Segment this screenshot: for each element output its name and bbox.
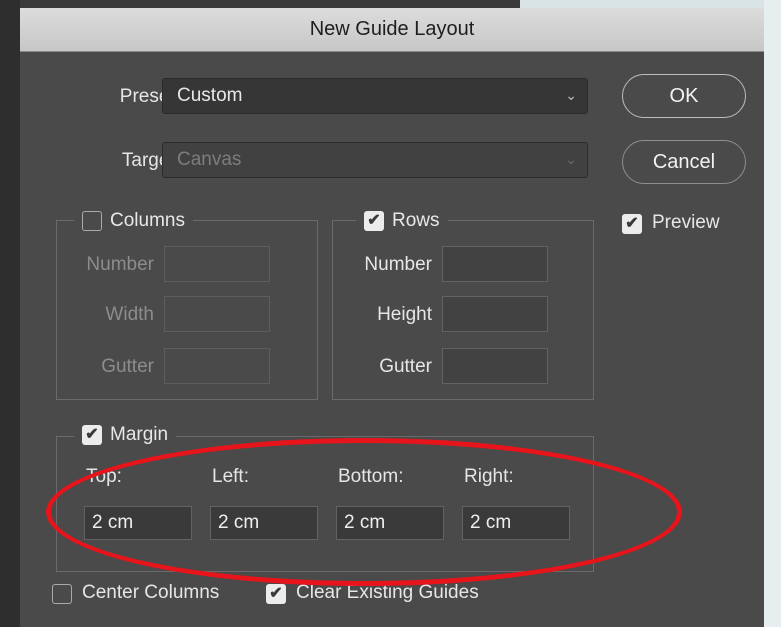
margin-group	[56, 436, 594, 572]
rows-height-field[interactable]	[442, 296, 548, 332]
columns-checkbox[interactable]	[82, 211, 102, 231]
rows-gutter-label: Gutter	[379, 356, 432, 377]
columns-width-label: Width	[105, 304, 154, 325]
rows-gutter-field[interactable]	[442, 348, 548, 384]
margin-right-label: Right:	[464, 466, 514, 487]
margin-bottom-label: Bottom:	[338, 466, 404, 487]
margin-top-label: Top:	[86, 466, 122, 487]
rows-number-field[interactable]	[442, 246, 548, 282]
margin-bottom-input[interactable]: 2 cm	[336, 506, 444, 540]
clear-existing-guides-label: Clear Existing Guides	[296, 582, 479, 603]
rows-label: Rows	[392, 210, 440, 231]
rows-number-label: Number	[364, 254, 432, 275]
margin-checkbox[interactable]: ✔	[82, 425, 102, 445]
background-left	[0, 0, 20, 627]
cancel-button[interactable]: Cancel	[622, 140, 746, 184]
ok-button[interactable]: OK	[622, 74, 746, 118]
center-columns-label: Center Columns	[82, 582, 220, 603]
target-select[interactable]: Canvas ⌄	[162, 142, 588, 178]
rows-checkbox[interactable]: ✔	[364, 211, 384, 231]
columns-gutter-label: Gutter	[101, 356, 154, 377]
target-value: Canvas	[177, 149, 242, 170]
preset-value: Custom	[177, 85, 243, 106]
rows-legend: ✔ Rows	[356, 208, 448, 234]
columns-number-field[interactable]	[164, 246, 270, 282]
columns-legend: Columns	[74, 208, 193, 234]
dialog-title: New Guide Layout	[20, 8, 764, 52]
columns-width-field[interactable]	[164, 296, 270, 332]
margin-left-label: Left:	[212, 466, 249, 487]
margin-label: Margin	[110, 424, 169, 445]
margin-right-input[interactable]: 2 cm	[462, 506, 570, 540]
rows-height-label: Height	[377, 304, 432, 325]
columns-number-label: Number	[86, 254, 154, 275]
preset-select[interactable]: Custom ⌄	[162, 78, 588, 114]
columns-gutter-field[interactable]	[164, 348, 270, 384]
margin-top-input[interactable]: 2 cm	[84, 506, 192, 540]
margin-left-input[interactable]: 2 cm	[210, 506, 318, 540]
new-guide-layout-dialog: New Guide Layout Preset: Custom ⌄ Target…	[20, 8, 764, 627]
chevron-down-icon: ⌄	[565, 87, 577, 103]
center-columns-checkbox[interactable]	[52, 584, 72, 604]
columns-label: Columns	[110, 210, 185, 231]
preview-label: Preview	[652, 212, 720, 233]
clear-existing-guides-checkbox[interactable]: ✔	[266, 584, 286, 604]
chevron-down-icon: ⌄	[565, 151, 577, 167]
background-canvas	[764, 0, 781, 627]
preview-checkbox[interactable]: ✔	[622, 214, 642, 234]
margin-legend: ✔ Margin	[74, 422, 177, 448]
background-canvas-strip	[520, 0, 764, 8]
